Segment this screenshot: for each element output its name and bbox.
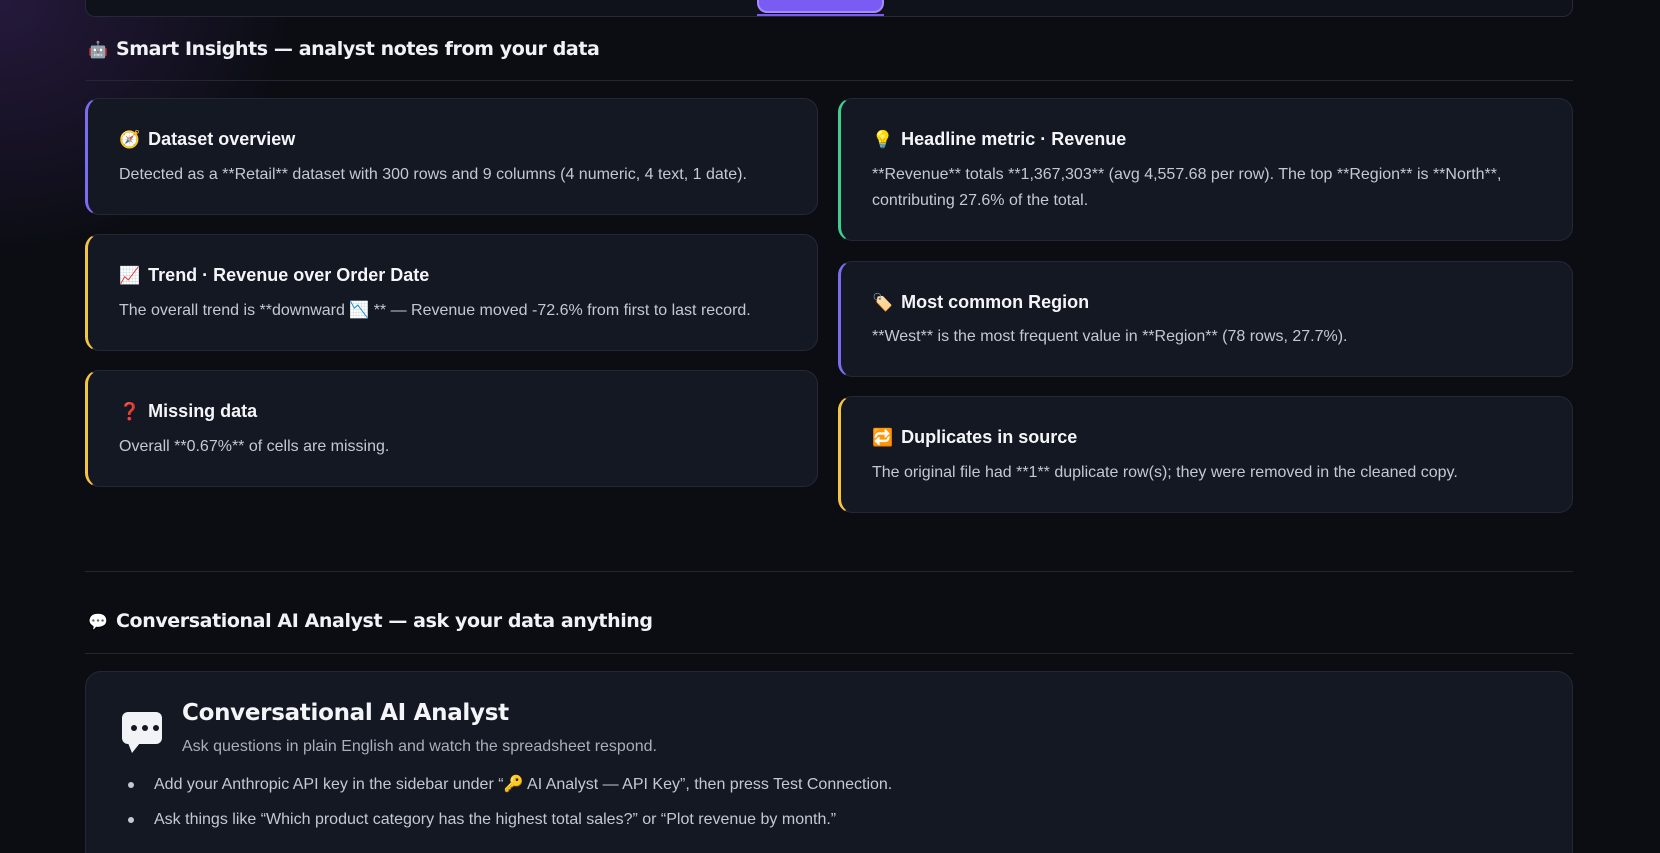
repeat-icon: 🔁 <box>872 427 894 447</box>
section-divider <box>85 653 1573 654</box>
tag-icon: 🏷️ <box>872 292 894 312</box>
insights-heading-text: Smart Insights — analyst notes from your… <box>116 38 600 60</box>
list-item: Ask things like “Which product category … <box>126 807 892 842</box>
insights-heading: 🤖 Smart Insights — analyst notes from yo… <box>88 38 600 60</box>
insight-card-trend: 📈 Trend · Revenue over Order Date The ov… <box>85 234 818 351</box>
card-text: Overall **0.67%** of cells are missing. <box>119 438 390 455</box>
primary-action-button[interactable] <box>757 0 884 13</box>
list-item: Add your Anthropic API key in the sideba… <box>126 772 892 807</box>
card-text: Detected as a **Retail** dataset with 30… <box>119 166 747 183</box>
card-title: 📈 Trend · Revenue over Order Date <box>119 265 429 286</box>
conversational-heading: 💬 Conversational AI Analyst — ask your d… <box>88 610 653 632</box>
button-focus-underline <box>757 14 884 16</box>
insight-card-dataset-overview: 🧭 Dataset overview Detected as a **Retai… <box>85 98 818 215</box>
speech-bubble-icon: 💬 <box>88 611 108 631</box>
card-title: 💡 Headline metric · Revenue <box>872 129 1126 150</box>
card-title-text: Most common Region <box>901 292 1090 312</box>
card-title-text: Headline metric · Revenue <box>901 129 1127 149</box>
section-divider <box>85 80 1573 81</box>
card-text: **West** is the most frequent value in *… <box>872 328 1348 345</box>
card-title: ❓ Missing data <box>119 401 257 422</box>
chat-bubble-icon <box>122 712 162 753</box>
card-title-text: Missing data <box>148 401 258 421</box>
card-title: 🏷️ Most common Region <box>872 292 1089 313</box>
section-divider <box>85 571 1573 572</box>
card-text: **Revenue** totals **1,367,303** (avg 4,… <box>872 166 1502 209</box>
compass-icon: 🧭 <box>119 129 141 149</box>
card-title: 🧭 Dataset overview <box>119 129 295 150</box>
robot-icon: 🤖 <box>88 39 108 59</box>
insight-card-most-common-region: 🏷️ Most common Region **West** is the mo… <box>838 261 1573 377</box>
conversational-heading-text: Conversational AI Analyst — ask your dat… <box>116 610 653 632</box>
ai-instructions-list: Add your Anthropic API key in the sideba… <box>126 772 892 842</box>
insight-card-duplicates: 🔁 Duplicates in source The original file… <box>838 396 1573 513</box>
card-text: The overall trend is **downward 📉 ** — R… <box>119 302 751 319</box>
lightbulb-icon: 💡 <box>872 129 894 149</box>
ai-analyst-panel: Conversational AI Analyst Ask questions … <box>85 671 1573 853</box>
insight-card-headline-metric: 💡 Headline metric · Revenue **Revenue** … <box>838 98 1573 241</box>
card-title-text: Trend · Revenue over Order Date <box>148 265 430 285</box>
card-text: The original file had **1** duplicate ro… <box>872 464 1458 481</box>
insight-card-missing-data: ❓ Missing data Overall **0.67%** of cell… <box>85 370 818 487</box>
card-title: 🔁 Duplicates in source <box>872 427 1077 448</box>
card-title-text: Dataset overview <box>148 129 296 149</box>
ai-panel-subtitle: Ask questions in plain English and watch… <box>182 738 657 755</box>
ai-panel-title: Conversational AI Analyst <box>182 700 509 726</box>
card-title-text: Duplicates in source <box>901 427 1078 447</box>
question-mark-icon: ❓ <box>119 401 141 421</box>
chart-increasing-icon: 📈 <box>119 265 141 285</box>
